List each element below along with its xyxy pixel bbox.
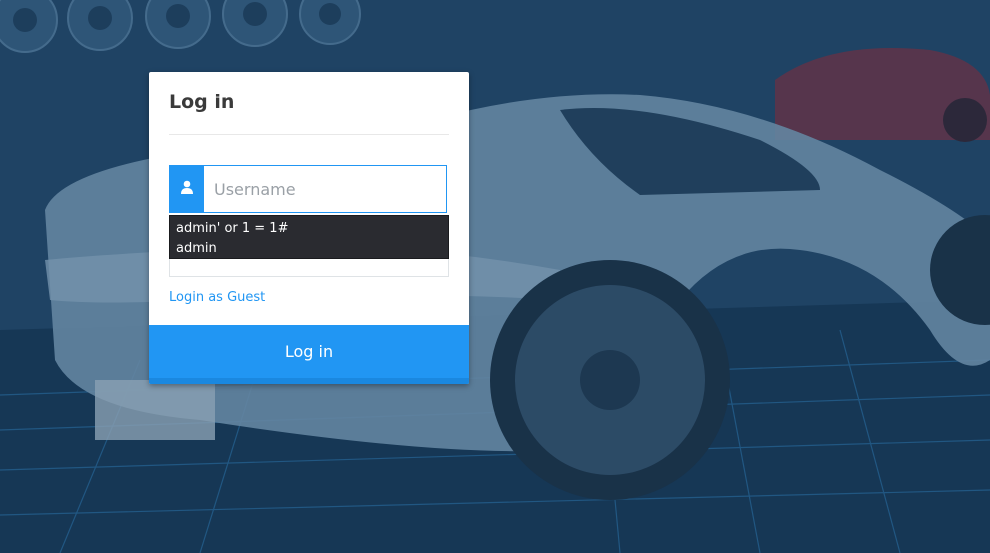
title-divider (169, 134, 449, 135)
user-icon (170, 166, 204, 212)
login-as-guest-link[interactable]: Login as Guest (169, 290, 265, 305)
autocomplete-dropdown: admin' or 1 = 1# admin (169, 215, 449, 259)
password-field[interactable] (169, 258, 449, 277)
username-field-group (169, 165, 447, 213)
autocomplete-item[interactable]: admin' or 1 = 1# (170, 219, 448, 239)
login-title: Log in (169, 91, 235, 113)
username-input[interactable] (204, 166, 446, 212)
login-button[interactable]: Log in (149, 325, 469, 384)
autocomplete-item[interactable]: admin (170, 239, 448, 259)
